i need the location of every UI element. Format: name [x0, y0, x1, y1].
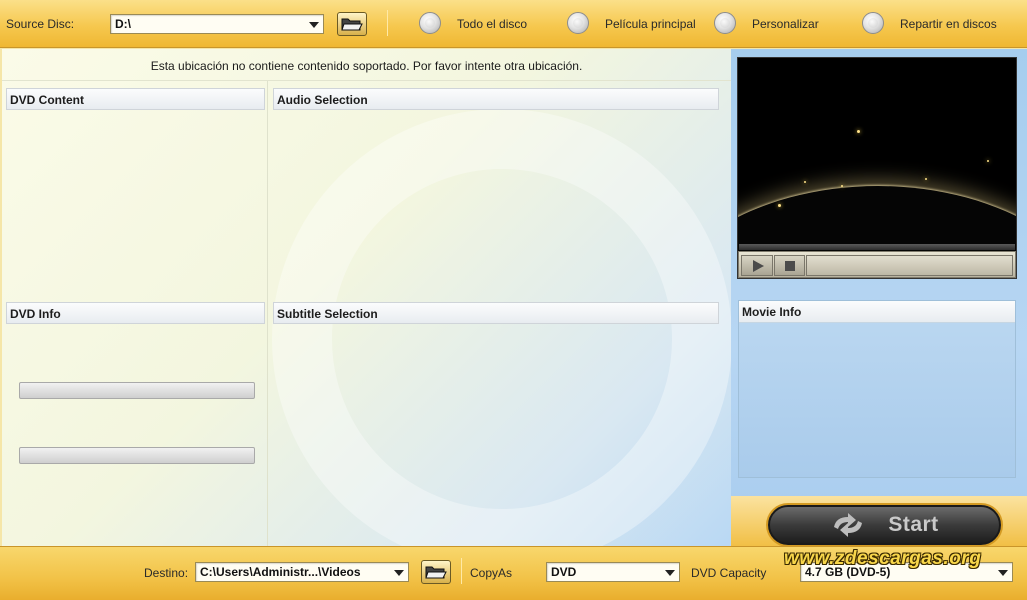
- destination-label: Destino:: [144, 566, 189, 580]
- chevron-down-icon: [665, 570, 675, 576]
- preview-star: [841, 185, 843, 187]
- mode-full-disc-radio[interactable]: [419, 12, 441, 34]
- source-disc-value: D:\: [115, 17, 131, 31]
- dvd-info-header: DVD Info: [6, 302, 265, 324]
- site-watermark: www.zdescargas.org: [784, 548, 982, 569]
- movie-info-header: Movie Info: [739, 301, 1015, 323]
- destination-select[interactable]: C:\Users\Administr...\Videos: [195, 562, 409, 582]
- subtitle-selection-header: Subtitle Selection: [273, 302, 719, 324]
- mode-full-disc-label: Todo el disco: [457, 17, 528, 31]
- folder-open-icon: [341, 18, 363, 31]
- start-button[interactable]: Start: [768, 505, 1001, 545]
- dvd-capacity-label: DVD Capacity: [691, 566, 767, 580]
- copyas-label: CopyAs: [470, 566, 513, 580]
- chevron-down-icon: [309, 22, 319, 28]
- copyas-select[interactable]: DVD: [546, 562, 680, 582]
- browse-source-button[interactable]: [337, 12, 367, 36]
- chevron-down-icon: [998, 570, 1008, 576]
- source-disc-label: Source Disc:: [6, 17, 75, 31]
- convert-arrows-icon: [834, 513, 863, 537]
- video-progress-track[interactable]: [739, 244, 1015, 250]
- preview-star: [804, 181, 806, 183]
- mode-main-movie-label: Película principal: [605, 17, 696, 31]
- movie-info-panel: Movie Info: [738, 300, 1016, 478]
- start-button-label: Start: [888, 513, 939, 536]
- mode-custom-label: Personalizar: [752, 17, 819, 31]
- browse-destination-button[interactable]: [421, 560, 451, 584]
- status-message: Esta ubicación no contiene contenido sop…: [150, 59, 583, 73]
- audio-selection-header: Audio Selection: [273, 88, 719, 110]
- message-divider: [2, 80, 731, 81]
- destination-value: C:\Users\Administr...\Videos: [200, 565, 361, 579]
- mode-custom-radio[interactable]: [714, 12, 736, 34]
- dvd-info-bar-2: [19, 447, 255, 464]
- play-button[interactable]: [741, 255, 773, 276]
- preview-star: [778, 204, 781, 207]
- folder-open-icon: [425, 566, 447, 579]
- bottom-divider: [461, 558, 462, 584]
- preview-star: [857, 130, 860, 133]
- video-controls: [738, 251, 1016, 278]
- mode-main-movie-radio[interactable]: [567, 12, 589, 34]
- main-content-area: Esta ubicación no contiene contenido sop…: [2, 49, 731, 546]
- source-disc-select[interactable]: D:\: [110, 14, 324, 34]
- copyas-value: DVD: [551, 565, 577, 579]
- mode-split-radio[interactable]: [862, 12, 884, 34]
- chevron-down-icon: [394, 570, 404, 576]
- stop-icon: [785, 261, 795, 271]
- dvd-content-header: DVD Content: [6, 88, 265, 110]
- stop-button[interactable]: [774, 255, 805, 276]
- preview-star: [925, 178, 927, 180]
- mode-split-label: Repartir en discos: [900, 17, 997, 31]
- column-divider: [267, 81, 268, 546]
- play-icon: [753, 260, 764, 272]
- background-logo: [272, 109, 731, 546]
- seek-slider[interactable]: [806, 255, 1013, 276]
- dvd-info-bar-1: [19, 382, 255, 399]
- preview-star: [987, 160, 989, 162]
- toolbar-divider: [387, 10, 388, 36]
